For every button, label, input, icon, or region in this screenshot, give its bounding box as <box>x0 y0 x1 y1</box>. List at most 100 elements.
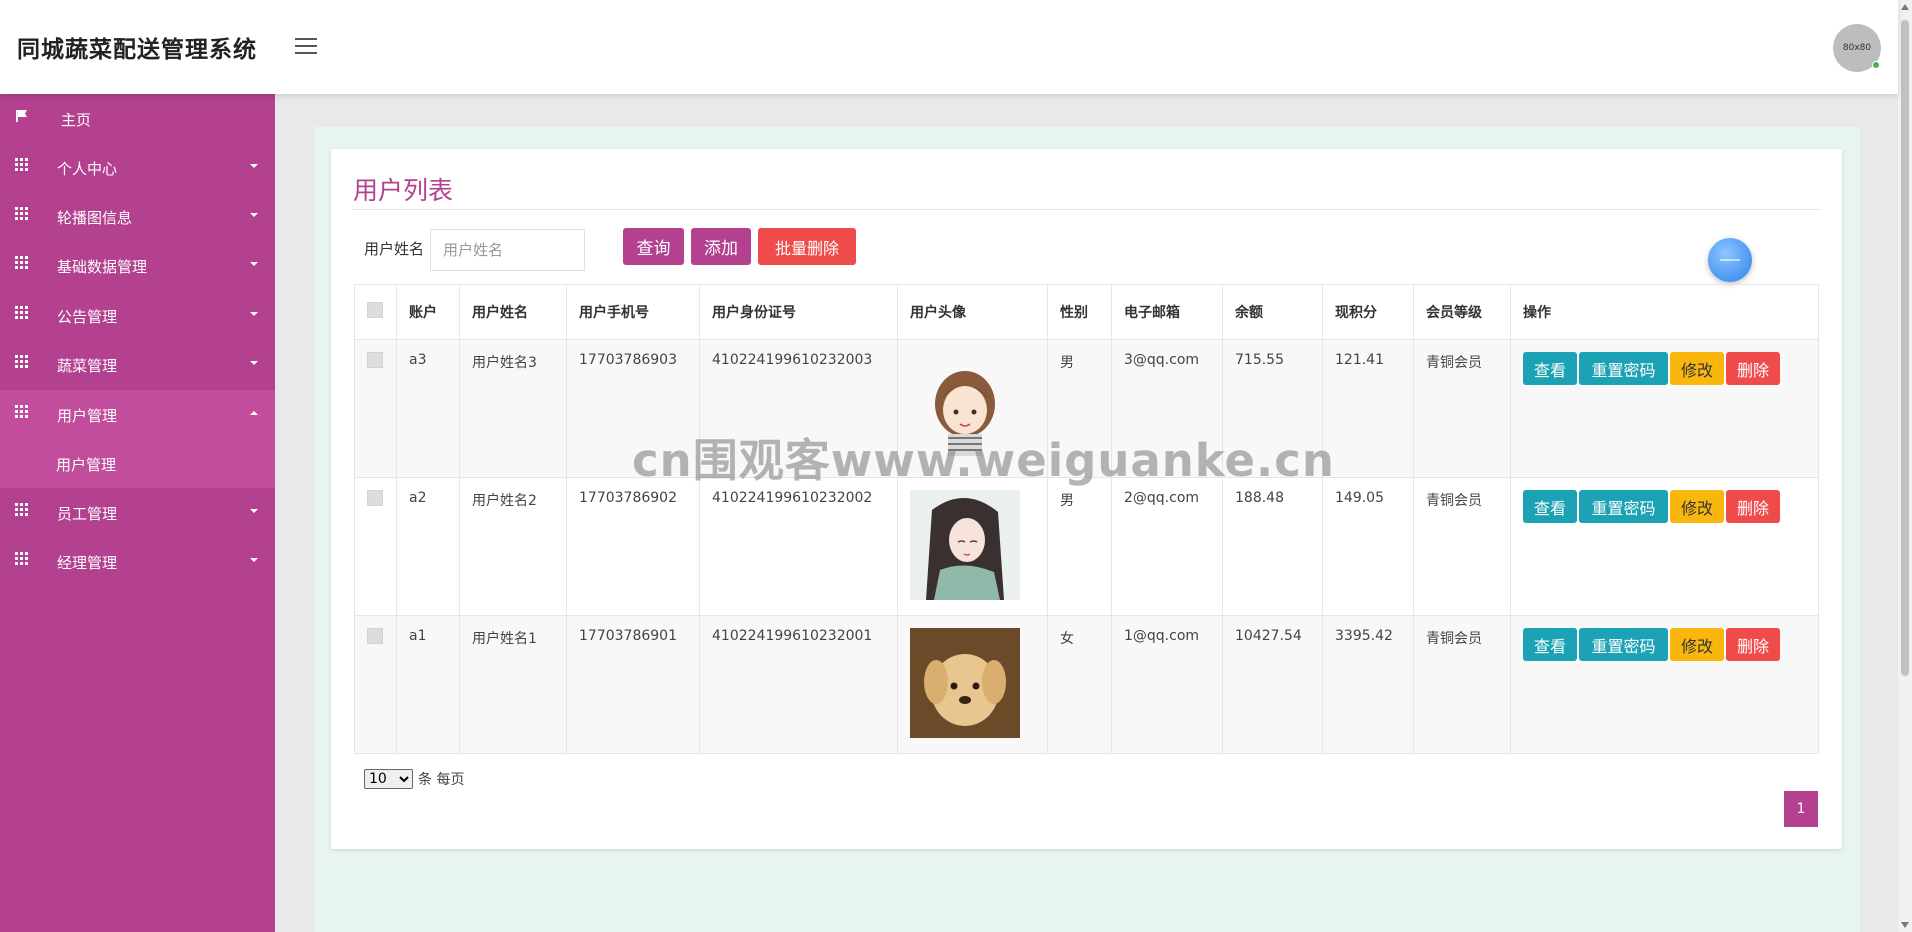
grid-icon <box>15 207 29 221</box>
sidebar-item-personal-center[interactable]: 个人中心 <box>0 143 275 192</box>
select-all-checkbox[interactable] <box>367 302 383 318</box>
table-header-row: 账户 用户姓名 用户手机号 用户身份证号 用户头像 性别 电子邮箱 余额 现积分… <box>354 284 1819 340</box>
points-cell: 121.41 <box>1322 339 1414 478</box>
avatar-cell <box>897 477 1048 616</box>
search-input[interactable] <box>430 229 585 271</box>
sidebar-item-managers[interactable]: 经理管理 <box>0 537 275 586</box>
view-button[interactable]: 查看 <box>1523 490 1577 523</box>
app-title: 同城蔬菜配送管理系统 <box>17 37 257 63</box>
points-cell: 3395.42 <box>1322 615 1414 754</box>
name-cell: 用户姓名3 <box>459 339 567 478</box>
chevron-down-icon <box>250 361 258 365</box>
phone-cell: 17703786903 <box>566 339 700 478</box>
grid-icon <box>15 355 29 369</box>
grid-icon <box>15 503 29 517</box>
sidebar-subitem-label: 用户管理 <box>56 456 117 474</box>
top-header: 同城蔬菜配送管理系统 80x80 <box>0 0 1898 94</box>
row-checkbox[interactable] <box>367 490 383 506</box>
view-button[interactable]: 查看 <box>1523 352 1577 385</box>
sidebar-item-home[interactable]: 主页 <box>0 94 275 143</box>
grid-icon <box>15 256 29 270</box>
account-cell: a2 <box>396 477 460 616</box>
reset-password-button[interactable]: 重置密码 <box>1579 490 1668 523</box>
floating-widget-icon[interactable] <box>1708 238 1752 282</box>
account-cell: a1 <box>396 615 460 754</box>
name-cell: 用户姓名2 <box>459 477 567 616</box>
delete-button[interactable]: 删除 <box>1726 490 1780 523</box>
balance-cell: 715.55 <box>1222 339 1323 478</box>
column-header: 性别 <box>1047 284 1112 340</box>
delete-button[interactable]: 删除 <box>1726 628 1780 661</box>
sidebar: 主页 个人中心 轮播图信息 基础数据管理 公告管理 蔬菜管理 用户管理 用户管理… <box>0 94 275 932</box>
sidebar-item-label: 轮播图信息 <box>57 209 133 227</box>
id-card-cell: 410224199610232002 <box>699 477 898 616</box>
column-header: 会员等级 <box>1413 284 1511 340</box>
sidebar-item-label: 经理管理 <box>57 554 118 572</box>
level-cell: 青铜会员 <box>1413 615 1511 754</box>
sidebar-item-notice[interactable]: 公告管理 <box>0 291 275 340</box>
delete-button[interactable]: 删除 <box>1726 352 1780 385</box>
grid-icon <box>15 306 29 320</box>
column-header: 电子邮箱 <box>1111 284 1223 340</box>
name-cell: 用户姓名1 <box>459 615 567 754</box>
sidebar-item-label: 主页 <box>61 111 92 129</box>
gender-cell: 男 <box>1047 339 1112 478</box>
chevron-down-icon <box>250 312 258 316</box>
grid-icon <box>15 405 29 419</box>
row-select-cell <box>354 615 397 754</box>
grid-icon <box>15 552 29 566</box>
actions-cell: 查看 重置密码 修改 删除 <box>1510 615 1819 754</box>
page-size-label: 条 每页 <box>418 772 465 788</box>
sidebar-item-label: 员工管理 <box>57 505 118 523</box>
row-select-cell <box>354 477 397 616</box>
add-button[interactable]: 添加 <box>691 228 751 265</box>
sidebar-item-staff[interactable]: 员工管理 <box>0 488 275 537</box>
row-checkbox[interactable] <box>367 628 383 644</box>
gender-cell: 男 <box>1047 477 1112 616</box>
chevron-down-icon <box>250 164 258 168</box>
column-header: 用户身份证号 <box>699 284 898 340</box>
email-cell: 3@qq.com <box>1111 339 1223 478</box>
level-cell: 青铜会员 <box>1413 339 1511 478</box>
sidebar-item-base-data[interactable]: 基础数据管理 <box>0 241 275 290</box>
scroll-down-icon[interactable] <box>1901 922 1909 928</box>
actions-cell: 查看 重置密码 修改 删除 <box>1510 339 1819 478</box>
flag-icon <box>16 110 27 122</box>
batch-delete-button[interactable]: 批量删除 <box>758 228 856 265</box>
edit-button[interactable]: 修改 <box>1670 628 1724 661</box>
balance-cell: 10427.54 <box>1222 615 1323 754</box>
row-checkbox[interactable] <box>367 352 383 368</box>
query-button[interactable]: 查询 <box>623 228 684 265</box>
reset-password-button[interactable]: 重置密码 <box>1579 628 1668 661</box>
menu-toggle-icon[interactable] <box>295 38 317 55</box>
sidebar-item-carousel[interactable]: 轮播图信息 <box>0 192 275 241</box>
sidebar-item-vegetables[interactable]: 蔬菜管理 <box>0 340 275 389</box>
page-scrollbar[interactable] <box>1898 0 1912 932</box>
scroll-up-icon[interactable] <box>1901 4 1909 10</box>
page-size-select[interactable]: 10 <box>364 769 413 789</box>
anime-girl-avatar <box>910 490 1020 600</box>
sidebar-subitem-user-management[interactable]: 用户管理 <box>0 439 275 488</box>
reset-password-button[interactable]: 重置密码 <box>1579 352 1668 385</box>
edit-button[interactable]: 修改 <box>1670 490 1724 523</box>
points-cell: 149.05 <box>1322 477 1414 616</box>
column-header: 账户 <box>396 284 460 340</box>
balance-cell: 188.48 <box>1222 477 1323 616</box>
edit-button[interactable]: 修改 <box>1670 352 1724 385</box>
online-status-dot <box>1872 61 1880 69</box>
scrollbar-thumb[interactable] <box>1901 20 1909 676</box>
chevron-down-icon <box>250 213 258 217</box>
column-header: 用户头像 <box>897 284 1048 340</box>
sidebar-item-label: 公告管理 <box>57 308 118 326</box>
row-select-cell <box>354 339 397 478</box>
sidebar-item-label: 蔬菜管理 <box>57 357 118 375</box>
sidebar-item-label: 用户管理 <box>57 407 118 425</box>
actions-cell: 查看 重置密码 修改 删除 <box>1510 477 1819 616</box>
sidebar-item-label: 个人中心 <box>57 160 118 178</box>
view-button[interactable]: 查看 <box>1523 628 1577 661</box>
avatar-cell <box>897 615 1048 754</box>
column-header: 用户手机号 <box>566 284 700 340</box>
sidebar-item-users[interactable]: 用户管理 <box>0 390 275 439</box>
level-cell: 青铜会员 <box>1413 477 1511 616</box>
page-button-1[interactable]: 1 <box>1784 791 1818 827</box>
